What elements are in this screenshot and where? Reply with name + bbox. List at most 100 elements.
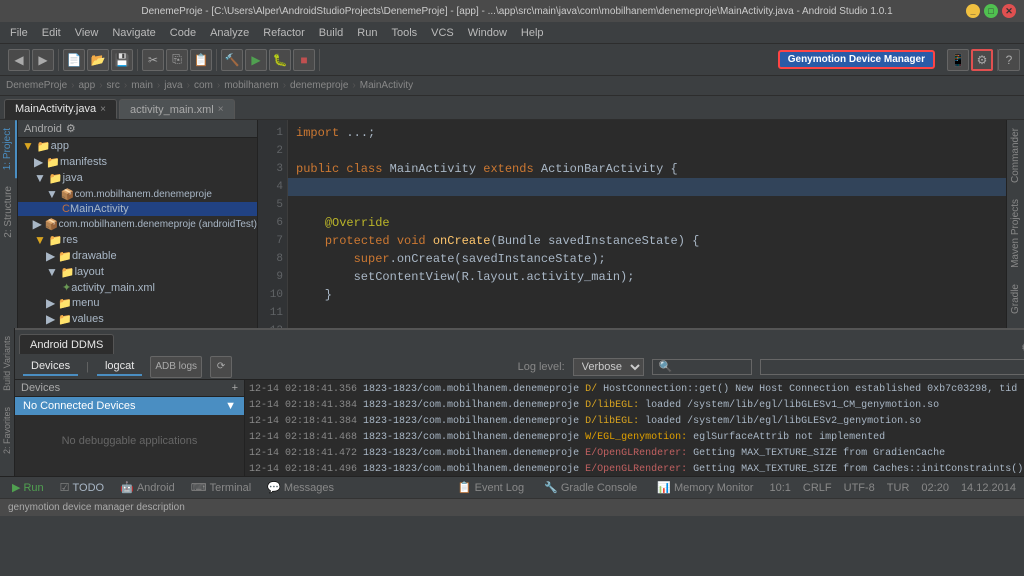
breadcrumb-item-denemeproje[interactable]: denemeproje: [290, 80, 348, 91]
menu-refactor[interactable]: Refactor: [257, 25, 311, 41]
tab-mainactivity-close[interactable]: ×: [100, 104, 106, 115]
menu-window[interactable]: Window: [462, 25, 513, 41]
breadcrumb-item-java[interactable]: java: [164, 80, 182, 91]
terminal-status-btn[interactable]: ⌨ Terminal: [187, 480, 255, 495]
genymotion-badge[interactable]: Genymotion Device Manager: [778, 50, 935, 69]
menu-analyze[interactable]: Analyze: [204, 25, 255, 41]
tree-item-values[interactable]: ▶ 📁 values: [18, 311, 257, 327]
app-filter-input[interactable]: app: com.mobilhanem.denemeproje: [760, 359, 1024, 375]
left-tab-structure[interactable]: 2: Structure: [1, 178, 16, 246]
menu-build[interactable]: Build: [313, 25, 349, 41]
tab-activity-main-xml-close[interactable]: ×: [218, 104, 224, 115]
close-button[interactable]: ✕: [1002, 4, 1016, 18]
cut-button[interactable]: ✂: [142, 49, 164, 71]
tree-item-package-main[interactable]: ▼ 📦 com.mobilhanem.denemeproje: [18, 186, 257, 202]
copy-button[interactable]: ⎘: [166, 49, 188, 71]
gear-icon[interactable]: ⚙: [66, 122, 76, 135]
bottom-area-wrapper: Build Variants 2: Favorites Android DDMS…: [0, 328, 1024, 476]
tree-item-layout[interactable]: ▼ 📁 layout: [18, 264, 257, 280]
genymotion-devices-button[interactable]: 📱: [947, 49, 969, 71]
tree-item-menu[interactable]: ▶ 📁 menu: [18, 295, 257, 311]
menu-tools[interactable]: Tools: [385, 25, 423, 41]
android-status-btn[interactable]: 🤖 Android: [116, 480, 179, 495]
gradle-console-btn[interactable]: 🔧 Gradle Console: [540, 480, 641, 495]
maximize-button[interactable]: □: [984, 4, 998, 18]
stop-button[interactable]: ■: [293, 49, 315, 71]
menu-help[interactable]: Help: [515, 25, 550, 41]
tooltip-bar: genymotion device manager description: [0, 498, 1024, 516]
tree-item-package-test[interactable]: ▶ 📦 com.mobilhanem.denemeproje (androidT…: [18, 216, 257, 232]
event-log-btn[interactable]: 📋 Event Log: [454, 480, 528, 495]
menu-edit[interactable]: Edit: [36, 25, 67, 41]
log-line-2: 12-14 02:18:41.384 1823-1823/com.mobilha…: [249, 398, 1024, 414]
code-editor[interactable]: 1 2 3 4 5 6 7 8 9 10 11 12 13 14 15 16 1…: [258, 120, 1006, 328]
tree-item-manifests[interactable]: ▶ 📁 manifests: [18, 154, 257, 170]
package-icon-main-2: 📦: [61, 188, 75, 201]
open-button[interactable]: 📂: [87, 49, 109, 71]
title-bar: DenemeProje - [C:\Users\Alper\AndroidStu…: [0, 0, 1024, 22]
back-button[interactable]: ◀: [8, 49, 30, 71]
menu-code[interactable]: Code: [164, 25, 202, 41]
breadcrumb-item-main[interactable]: main: [131, 80, 153, 91]
run-status-btn[interactable]: ▶ Run: [8, 480, 48, 495]
run-toolbar-button[interactable]: ▶: [245, 49, 267, 71]
right-tab-maven[interactable]: Maven Projects: [1008, 191, 1023, 276]
sub-tab-logcat[interactable]: logcat: [97, 358, 142, 376]
forward-button[interactable]: ▶: [32, 49, 54, 71]
file-toolbar-group: 📄 📂 💾: [59, 49, 138, 71]
bottom-content: Devices + No Connected Devices ▼ No debu…: [15, 380, 1024, 476]
right-tab-gradle[interactable]: Gradle: [1008, 276, 1023, 322]
messages-status-btn[interactable]: 💬 Messages: [263, 480, 338, 495]
tree-item-java[interactable]: ▼ 📁 java: [18, 170, 257, 186]
help-icon-button[interactable]: ?: [998, 49, 1020, 71]
bottom-panel: Android DDMS ⚙ ✕ Devices | logcat ADB lo…: [15, 328, 1024, 476]
logcat-search-input[interactable]: [652, 359, 752, 375]
breadcrumb-item-mobilhanem[interactable]: mobilhanem: [224, 80, 278, 91]
code-area[interactable]: import ...; public class MainActivity ex…: [288, 120, 1006, 328]
adb-logs-btn[interactable]: ADB logs: [150, 356, 202, 378]
tree-label-layout: layout: [75, 266, 104, 278]
memory-monitor-btn[interactable]: 📊 Memory Monitor: [653, 480, 757, 495]
window-controls[interactable]: _ □ ✕: [966, 4, 1016, 18]
tree-label-package-test: com.mobilhanem.denemeproje (androidTest): [59, 219, 257, 230]
menu-vcs[interactable]: VCS: [425, 25, 460, 41]
right-tab-commander[interactable]: Commander: [1008, 120, 1023, 191]
log-level-select[interactable]: Verbose Debug Info Warn Error: [573, 358, 644, 376]
refresh-btn[interactable]: ⟳: [210, 356, 232, 378]
devices-add-icon[interactable]: +: [232, 382, 238, 394]
todo-status-btn[interactable]: ☑ TODO: [56, 480, 108, 495]
android-icon: 🤖: [120, 481, 134, 494]
bottom-tab-android-ddms[interactable]: Android DDMS: [19, 334, 114, 354]
breadcrumb-item-src[interactable]: src: [107, 80, 120, 91]
logcat-panel[interactable]: 12-14 02:18:41.356 1823-1823/com.mobilha…: [245, 380, 1024, 476]
breadcrumb-item-app[interactable]: app: [79, 80, 96, 91]
line-numbers: 1 2 3 4 5 6 7 8 9 10 11 12 13 14 15 16 1…: [258, 120, 288, 328]
build-button[interactable]: 🔨: [221, 49, 243, 71]
tree-item-res[interactable]: ▼ 📁 res: [18, 232, 257, 248]
sub-tab-devices[interactable]: Devices: [23, 358, 78, 376]
breadcrumb-item-project[interactable]: DenemeProje: [6, 80, 67, 91]
left-tab-favorites[interactable]: 2: Favorites: [0, 399, 14, 462]
tree-item-drawable[interactable]: ▶ 📁 drawable: [18, 248, 257, 264]
menu-file[interactable]: File: [4, 25, 34, 41]
minimize-button[interactable]: _: [966, 4, 980, 18]
device-dropdown-icon[interactable]: ▼: [225, 400, 236, 412]
left-tab-build-variants[interactable]: Build Variants: [0, 328, 14, 399]
breadcrumb-item-com[interactable]: com: [194, 80, 213, 91]
tab-activity-main-xml[interactable]: activity_main.xml ×: [119, 99, 235, 119]
genymotion-settings-button[interactable]: ⚙: [971, 49, 993, 71]
new-button[interactable]: 📄: [63, 49, 85, 71]
menu-navigate[interactable]: Navigate: [106, 25, 161, 41]
breadcrumb-item-mainactivity[interactable]: MainActivity: [360, 80, 413, 91]
paste-button[interactable]: 📋: [190, 49, 212, 71]
tree-item-app[interactable]: ▼ 📁 app: [18, 138, 257, 154]
tree-item-activity-main-xml[interactable]: ✦ activity_main.xml: [18, 280, 257, 295]
menu-run[interactable]: Run: [351, 25, 383, 41]
debug-button[interactable]: 🐛: [269, 49, 291, 71]
menu-view[interactable]: View: [69, 25, 105, 41]
left-tab-project[interactable]: 1: Project: [0, 120, 17, 178]
tab-mainactivity[interactable]: MainActivity.java ×: [4, 99, 117, 119]
bottom-panel-settings[interactable]: ⚙ ✕: [1017, 341, 1024, 354]
save-button[interactable]: 💾: [111, 49, 133, 71]
tree-item-mainactivity[interactable]: C MainActivity: [18, 202, 257, 216]
